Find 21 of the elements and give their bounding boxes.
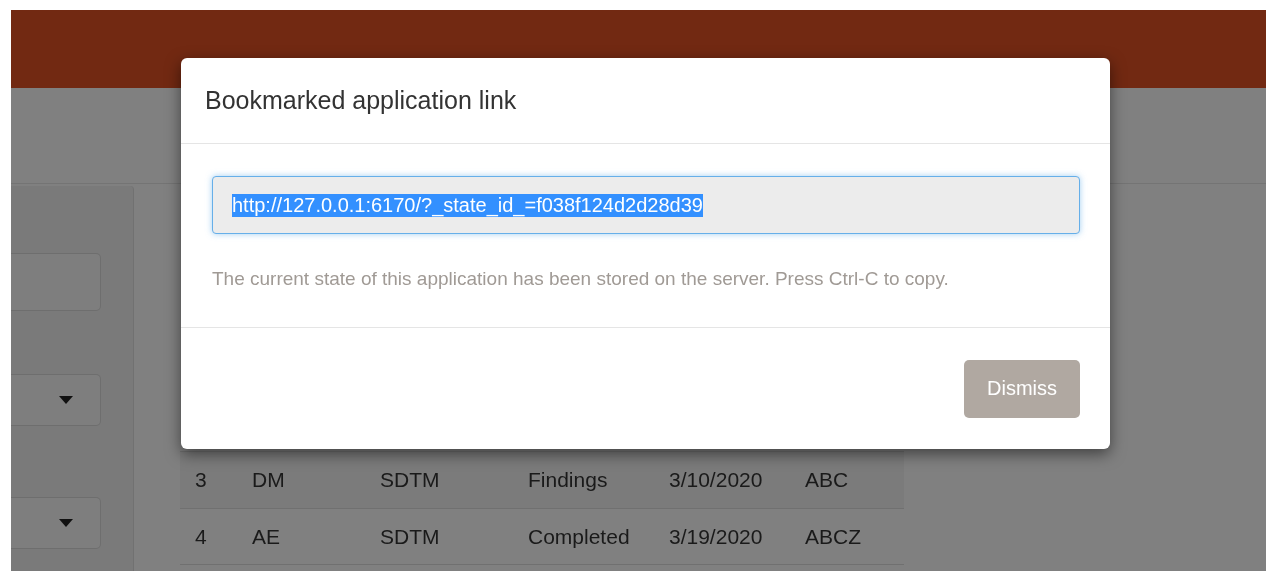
- dialog-title: Bookmarked application link: [205, 86, 517, 115]
- table-cell-text: SDTM: [380, 524, 441, 549]
- help-text: The current state of this application has been stored on the server. Press Ctrl-C to copy.: [212, 268, 950, 290]
- dismiss-button[interactable]: Dismiss: [964, 359, 1080, 418]
- table-cell-text: Completed: [528, 524, 631, 549]
- table-cell-text: AE: [252, 524, 281, 549]
- link-field[interactable]: http://127.0.0.1:6170/?_state_id_=f038f124d2d28d39: [212, 176, 1080, 234]
- dropdown[interactable]: [11, 497, 101, 549]
- input-field[interactable]: [11, 253, 101, 311]
- caret-icon: [59, 396, 73, 404]
- table-cell-text: 4: [195, 524, 208, 549]
- table-cell-text: Findings: [528, 468, 609, 492]
- table-cell-text: DM: [252, 468, 286, 492]
- dropdown[interactable]: [11, 374, 101, 426]
- table-cell: ABC: [805, 468, 849, 492]
- table-cell-text: 3/10/2020: [669, 468, 764, 492]
- table-cell-text: 3/19/2020: [669, 524, 764, 549]
- table-cell-text: SDTM: [380, 468, 441, 492]
- caret-icon: [59, 519, 73, 527]
- table-cell: ABCZ: [805, 524, 861, 549]
- table-cell-text: 3: [195, 468, 208, 492]
